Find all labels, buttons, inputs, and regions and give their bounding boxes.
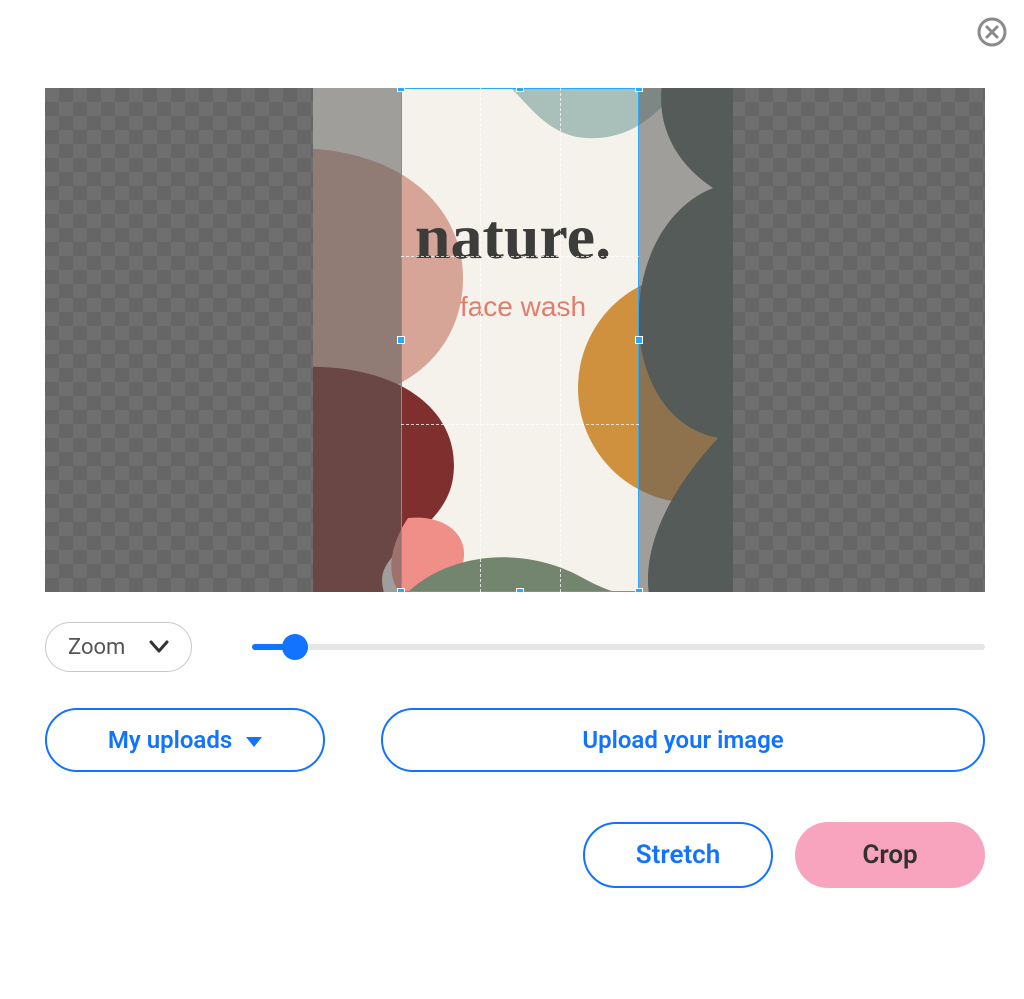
my-uploads-dropdown[interactable]: My uploads	[45, 708, 325, 772]
crop-selection[interactable]	[401, 88, 639, 592]
close-button[interactable]	[976, 16, 1008, 48]
crop-button[interactable]: Crop	[795, 822, 985, 888]
crop-handle-tl[interactable]	[397, 88, 405, 92]
zoom-slider-track	[252, 644, 985, 650]
crop-button-label: Crop	[862, 840, 917, 870]
crop-handle-ml[interactable]	[397, 336, 405, 344]
crop-handle-bm[interactable]	[516, 588, 524, 592]
crop-guide	[401, 256, 639, 257]
upload-controls: My uploads Upload your image	[45, 708, 985, 772]
crop-guide	[401, 424, 639, 425]
crop-handle-br[interactable]	[635, 588, 643, 592]
crop-guide	[480, 88, 481, 592]
crop-handle-tr[interactable]	[635, 88, 643, 92]
caret-down-icon	[246, 737, 262, 747]
zoom-controls: Zoom	[45, 622, 985, 672]
zoom-mode-label: Zoom	[68, 635, 125, 660]
dialog-actions: Stretch Crop	[45, 822, 985, 888]
crop-handle-mr[interactable]	[635, 336, 643, 344]
zoom-mode-select[interactable]: Zoom	[45, 622, 192, 672]
stretch-button[interactable]: Stretch	[583, 822, 773, 888]
zoom-slider-thumb[interactable]	[282, 634, 308, 660]
crop-handle-tm[interactable]	[516, 88, 524, 92]
upload-image-button[interactable]: Upload your image	[381, 708, 985, 772]
crop-dialog: nature. face wash Zoom	[45, 88, 985, 888]
crop-guide	[560, 88, 561, 592]
zoom-slider[interactable]	[252, 632, 985, 662]
chevron-down-icon	[149, 640, 169, 654]
crop-stage[interactable]: nature. face wash	[45, 88, 985, 592]
stretch-button-label: Stretch	[636, 840, 721, 870]
crop-handle-bl[interactable]	[397, 588, 405, 592]
close-icon	[976, 16, 1008, 48]
upload-image-label: Upload your image	[582, 726, 783, 754]
my-uploads-label: My uploads	[108, 726, 232, 754]
